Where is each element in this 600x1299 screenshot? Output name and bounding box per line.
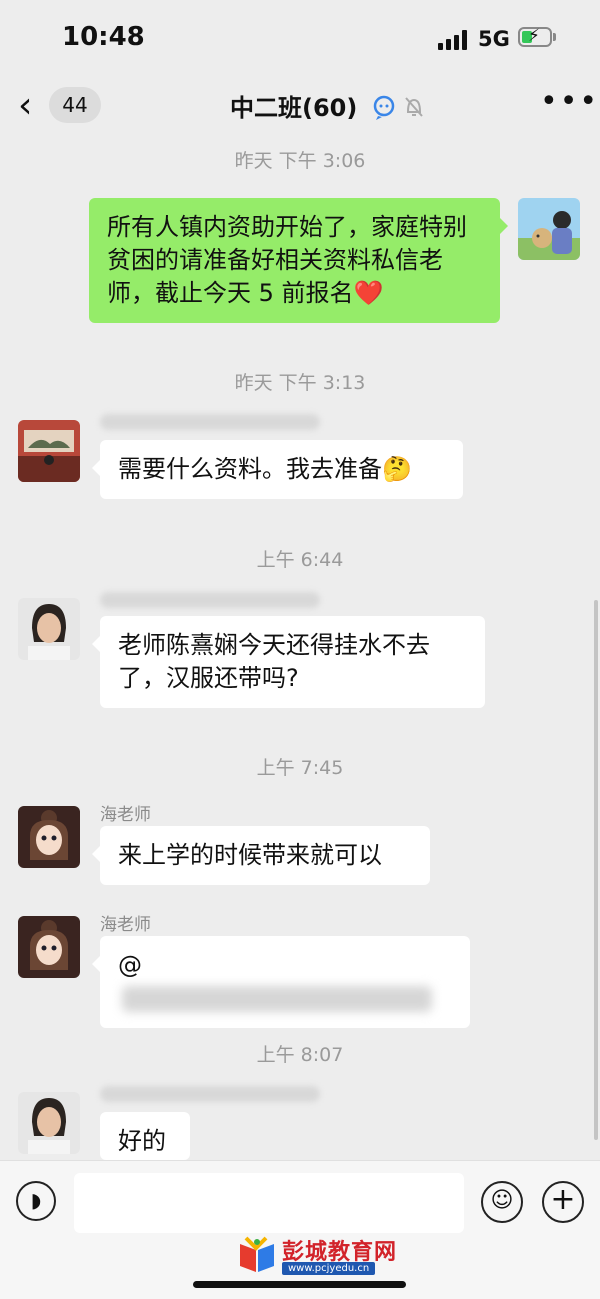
avatar[interactable] (18, 420, 80, 482)
unread-count-badge[interactable]: 44 (49, 87, 101, 123)
charging-icon: ⚡ (528, 26, 540, 46)
incoming-message[interactable]: 需要什么资料。我去准备🤔 (92, 440, 463, 499)
status-time: 10:48 (62, 22, 145, 52)
timestamp: 上午 7:45 (256, 757, 344, 779)
avatar[interactable] (18, 598, 80, 660)
watermark-logo: 彭城教育网 www.pcjyedu.cn (236, 1234, 411, 1278)
chat-header: ‹ 44 中二班(60) ••• (0, 80, 600, 136)
incoming-message[interactable]: 好的 (100, 1112, 190, 1160)
incoming-message[interactable]: @ (92, 936, 470, 1028)
timestamp: 昨天 下午 3:06 (234, 150, 366, 172)
sender-name-blurred (100, 1086, 320, 1102)
timestamp: 上午 8:07 (256, 1044, 344, 1066)
input-bar: ◗ ☺ + 彭城教育网 www.pcjyedu.cn (0, 1160, 600, 1299)
bell-slash-icon (405, 97, 423, 117)
signal-icon (438, 30, 468, 50)
incoming-message[interactable]: 老师陈熹娴今天还得挂水不去了，汉服还带吗? (92, 616, 485, 708)
message-text: 好的 (118, 1127, 166, 1155)
sender-name-blurred (100, 592, 320, 608)
message-text: 需要什么资料。我去准备 (118, 455, 382, 483)
incoming-message[interactable]: 来上学的时候带来就可以 (92, 826, 430, 885)
group-chat-icon (373, 95, 423, 120)
message-text: 老师陈熹娴今天还得挂水不去了，汉服还带吗? (118, 631, 430, 692)
thinking-emoji: 🤔 (382, 455, 412, 483)
message-input[interactable] (74, 1173, 464, 1233)
title-icons (372, 92, 432, 122)
timestamp: 昨天 下午 3:13 (234, 372, 366, 394)
message-text: @ (118, 951, 142, 979)
avatar[interactable] (18, 916, 80, 978)
message-text: 来上学的时候带来就可以 (118, 841, 382, 869)
heart-emoji: ❤️ (353, 279, 384, 307)
home-indicator[interactable] (193, 1281, 406, 1288)
mention-blurred (122, 986, 432, 1012)
message-text: 所有人镇内资助开始了，家庭特别贫困的请准备好相关资料私信老师，截止今天 5 前报… (107, 213, 467, 307)
voice-icon[interactable]: ◗ (16, 1181, 56, 1221)
status-bar: 10:48 5G ⚡ (0, 0, 600, 80)
more-dots-icon[interactable]: ••• (540, 84, 599, 119)
outgoing-message[interactable]: 所有人镇内资助开始了，家庭特别贫困的请准备好相关资料私信老师，截止今天 5 前报… (89, 198, 508, 323)
sender-name-blurred (100, 414, 320, 430)
sender-name: 海老师 (100, 915, 151, 935)
battery-icon: ⚡ (518, 26, 552, 47)
timestamp: 上午 6:44 (256, 549, 344, 571)
watermark-url: www.pcjyedu.cn (282, 1262, 376, 1275)
plus-icon[interactable]: + (542, 1181, 584, 1223)
avatar[interactable] (18, 1092, 80, 1154)
sender-name: 海老师 (100, 805, 151, 825)
battery-cap (553, 33, 556, 41)
scrollbar[interactable] (594, 600, 598, 1140)
avatar[interactable] (18, 806, 80, 868)
book-logo-icon (240, 1236, 274, 1272)
network-type: 5G (478, 27, 510, 51)
chevron-left-icon[interactable]: ‹ (18, 86, 32, 126)
avatar[interactable] (518, 198, 580, 260)
emoji-icon[interactable]: ☺ (481, 1181, 523, 1223)
chat-title[interactable]: 中二班(60) (230, 88, 357, 123)
